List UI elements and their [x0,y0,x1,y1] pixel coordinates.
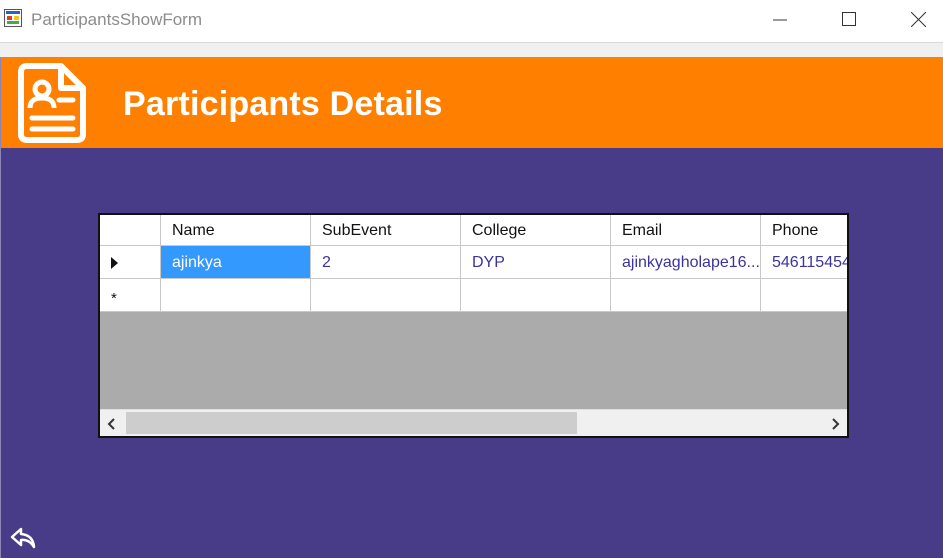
back-arrow-icon[interactable] [9,525,37,551]
scroll-right-button[interactable] [823,410,847,436]
table-row[interactable]: ajinkya 2 DYP ajinkyagholape16... 546115… [100,246,847,279]
new-cell-phone[interactable] [761,279,847,312]
column-header-email[interactable]: Email [611,215,761,246]
cell-subevent[interactable]: 2 [311,246,461,279]
chevron-left-icon [107,417,115,430]
participants-grid[interactable]: Name SubEvent College Email Phone ajinky… [98,213,849,438]
scroll-thumb[interactable] [126,412,577,434]
column-header-phone[interactable]: Phone [761,215,847,246]
current-row-arrow-icon [111,257,118,269]
document-person-icon [18,63,86,143]
header-banner: Participants Details [1,57,943,148]
maximize-button[interactable] [821,0,877,38]
close-icon [910,11,926,27]
cell-phone[interactable]: 546115454 [761,246,847,279]
minimize-icon [773,19,787,21]
cell-college[interactable]: DYP [461,246,611,279]
column-header-subevent[interactable]: SubEvent [311,215,461,246]
new-row-header[interactable]: * [100,279,161,312]
chevron-right-icon [832,417,840,430]
new-row[interactable]: * [100,279,847,312]
minimize-button[interactable] [752,0,808,38]
svg-text:*: * [111,290,117,307]
window-titlebar: ParticipantsShowForm [0,0,943,42]
new-cell-name[interactable] [161,279,311,312]
new-cell-subevent[interactable] [311,279,461,312]
new-cell-email[interactable] [611,279,761,312]
new-cell-college[interactable] [461,279,611,312]
row-header[interactable] [100,246,161,279]
page-title: Participants Details [123,85,443,123]
cell-name[interactable]: ajinkya [161,246,311,279]
app-icon [4,9,22,27]
maximize-icon [842,12,856,26]
grid-corner-header[interactable] [100,215,161,246]
form-client-area: Participants Details Name SubEvent Colle… [0,57,943,558]
menu-strip [0,42,943,57]
grid-header-row: Name SubEvent College Email Phone [100,215,847,246]
column-header-college[interactable]: College [461,215,611,246]
scroll-left-button[interactable] [100,410,124,436]
column-header-name[interactable]: Name [161,215,311,246]
window-title: ParticipantsShowForm [31,10,203,29]
new-row-asterisk-icon: * [111,290,117,307]
cell-email[interactable]: ajinkyagholape16... [611,246,761,279]
horizontal-scrollbar[interactable] [100,409,847,436]
close-button[interactable] [890,0,943,38]
